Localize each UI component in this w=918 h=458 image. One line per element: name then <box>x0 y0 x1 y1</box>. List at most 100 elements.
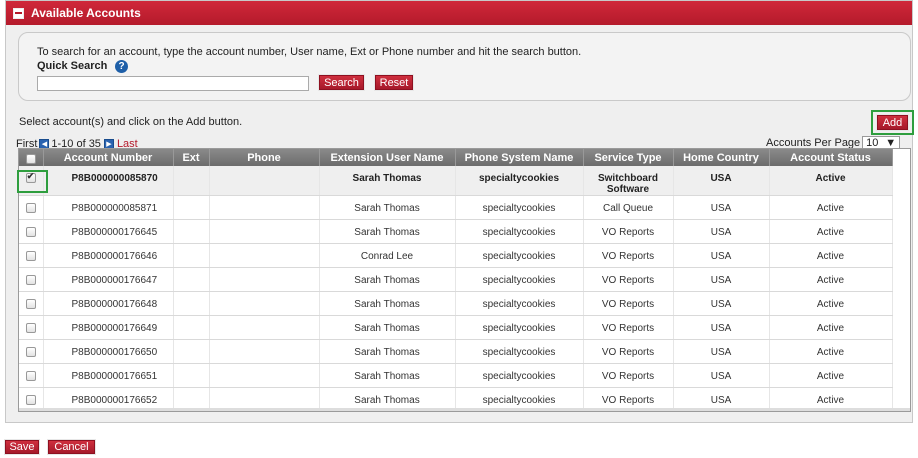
col-home-country[interactable]: Home Country <box>673 149 770 166</box>
select-all-checkbox[interactable] <box>25 153 36 164</box>
account-number-cell: P8B000000176648 <box>43 291 174 316</box>
user-name-cell: Sarah Thomas <box>319 339 456 364</box>
col-account-status[interactable]: Account Status <box>769 149 893 166</box>
add-button[interactable]: Add <box>877 115 908 130</box>
available-accounts-panel: Available Accounts To search for an acco… <box>5 0 914 423</box>
service-type-cell: VO Reports <box>583 315 674 340</box>
account-status-cell: Active <box>769 315 893 340</box>
collapse-icon[interactable] <box>13 7 24 19</box>
account-status-cell: Active <box>769 166 893 196</box>
ext-cell <box>173 195 210 220</box>
service-type-cell: VO Reports <box>583 219 674 244</box>
ext-cell <box>173 315 210 340</box>
phone-cell <box>209 243 320 268</box>
phone-cell <box>209 267 320 292</box>
home-country-cell: USA <box>673 339 770 364</box>
row-checkbox[interactable] <box>25 227 36 237</box>
row-checkbox[interactable] <box>25 251 36 261</box>
account-number-cell: P8B000000176651 <box>43 363 174 388</box>
phone-cell <box>209 339 320 364</box>
account-number-cell: P8B000000176650 <box>43 339 174 364</box>
phone-system-cell: specialtycookies <box>455 267 584 292</box>
account-status-cell: Active <box>769 243 893 268</box>
account-status-cell: Active <box>769 267 893 292</box>
cancel-button[interactable]: Cancel <box>48 440 95 454</box>
row-checkbox[interactable] <box>25 299 36 309</box>
account-number-cell: P8B000000176646 <box>43 243 174 268</box>
phone-system-cell: specialtycookies <box>455 339 584 364</box>
col-service-type[interactable]: Service Type <box>583 149 674 166</box>
phone-system-cell: specialtycookies <box>455 363 584 388</box>
checkbox-cell <box>19 339 44 364</box>
home-country-cell: USA <box>673 315 770 340</box>
horizontal-scrollbar[interactable] <box>19 408 910 411</box>
table-row[interactable]: P8B000000176645 Sarah Thomas specialtycook… <box>19 219 893 244</box>
service-type-cell: VO Reports <box>583 363 674 388</box>
quick-search-input[interactable] <box>37 76 309 91</box>
home-country-cell: USA <box>673 166 770 196</box>
search-box: To search for an account, type the accou… <box>18 32 911 101</box>
col-phone-system-name[interactable]: Phone System Name <box>455 149 584 166</box>
user-name-cell: Sarah Thomas <box>319 291 456 316</box>
row-checkbox[interactable] <box>25 275 36 285</box>
select-all-cell <box>19 149 44 166</box>
accounts-table: Account Number Ext Phone Extension User … <box>19 149 893 411</box>
ext-cell <box>173 363 210 388</box>
checkbox-cell <box>19 291 44 316</box>
account-number-cell: P8B000000176647 <box>43 267 174 292</box>
account-status-cell: Active <box>769 195 893 220</box>
phone-cell <box>209 363 320 388</box>
user-name-cell: Sarah Thomas <box>319 166 456 196</box>
service-type-cell: VO Reports <box>583 339 674 364</box>
table-row[interactable]: P8B000000085870 Sarah Thomasspecialtycook… <box>19 166 893 196</box>
table-row[interactable]: P8B000000176647 Sarah Thomas specialtycook… <box>19 267 893 292</box>
reset-button[interactable]: Reset <box>375 75 413 90</box>
home-country-cell: USA <box>673 291 770 316</box>
ext-cell <box>173 339 210 364</box>
table-row[interactable]: P8B000000176648 Sarah Thomas specialtycook… <box>19 291 893 316</box>
phone-system-cell: specialtycookies <box>455 243 584 268</box>
row-checkbox[interactable] <box>25 395 36 405</box>
checkbox-cell <box>19 166 44 196</box>
row-checkbox[interactable] <box>25 323 36 333</box>
row-checkbox[interactable] <box>25 203 36 213</box>
table-row[interactable]: P8B000000176649 Sarah Thomas specialtycook… <box>19 315 893 340</box>
phone-cell <box>209 291 320 316</box>
account-status-cell: Active <box>769 291 893 316</box>
table-row[interactable]: P8B000000176650 Sarah Thomas specialtycook… <box>19 339 893 364</box>
user-name-cell: Sarah Thomas <box>319 363 456 388</box>
service-type-cell: Call Queue <box>583 195 674 220</box>
phone-system-cell: specialtycookies <box>455 166 584 196</box>
service-type-cell: Switchboard Software <box>583 166 674 196</box>
col-phone[interactable]: Phone <box>209 149 320 166</box>
home-country-cell: USA <box>673 219 770 244</box>
panel-title: Available Accounts <box>31 6 141 20</box>
search-button[interactable]: Search <box>319 75 364 90</box>
help-icon[interactable]: ? <box>115 60 128 73</box>
account-status-cell: Active <box>769 339 893 364</box>
save-button[interactable]: Save <box>5 440 39 454</box>
user-name-cell: Conrad Lee <box>319 243 456 268</box>
row-checkbox[interactable] <box>25 347 36 357</box>
phone-cell <box>209 219 320 244</box>
col-ext[interactable]: Ext <box>173 149 210 166</box>
table-row[interactable]: P8B000000176651 Sarah Thomas specialtycook… <box>19 363 893 388</box>
quick-search-label: Quick Search <box>37 60 108 72</box>
col-account-number[interactable]: Account Number <box>43 149 174 166</box>
phone-system-cell: specialtycookies <box>455 291 584 316</box>
row-checkbox[interactable] <box>25 371 36 381</box>
service-type-cell: VO Reports <box>583 243 674 268</box>
service-type-cell: VO Reports <box>583 291 674 316</box>
row-checkbox[interactable] <box>25 171 36 183</box>
account-number-cell: P8B000000085871 <box>43 195 174 220</box>
account-status-cell: Active <box>769 219 893 244</box>
table-row[interactable]: P8B000000085871 Sarah Thomas specialtycook… <box>19 195 893 220</box>
table-row[interactable]: P8B000000176646 Conrad Lee specialtycookie… <box>19 243 893 268</box>
home-country-cell: USA <box>673 267 770 292</box>
accounts-grid: Account Number Ext Phone Extension User … <box>18 148 911 412</box>
table-header-row: Account Number Ext Phone Extension User … <box>19 149 893 166</box>
phone-cell <box>209 195 320 220</box>
ext-cell <box>173 267 210 292</box>
user-name-cell: Sarah Thomas <box>319 219 456 244</box>
col-extension-user-name[interactable]: Extension User Name <box>319 149 456 166</box>
